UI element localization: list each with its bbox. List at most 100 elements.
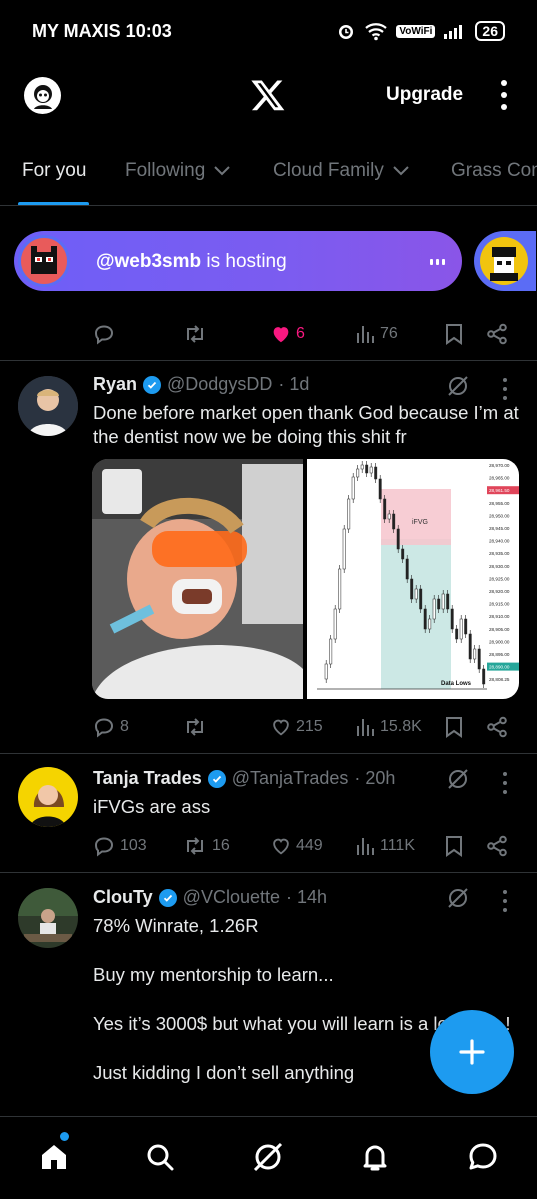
prev-tweet-actions: 6 76: [92, 320, 512, 348]
candle-body: [365, 464, 369, 474]
share-button[interactable]: [486, 713, 508, 741]
tweet-more-icon[interactable]: [503, 378, 509, 400]
verified-badge-icon: [143, 375, 162, 394]
grok-icon[interactable]: [446, 374, 470, 398]
reply-button[interactable]: 103: [92, 832, 147, 860]
price-tick-label: 28,930.00: [489, 564, 510, 569]
tweet-media[interactable]: iFVG Data Lows 28,970.00 28,965.00 28,961.…: [92, 459, 519, 699]
candle-body: [446, 593, 450, 610]
price-tick-label: 28,945.00: [489, 526, 510, 531]
tweet-more-icon[interactable]: [503, 890, 509, 912]
plus-icon: [459, 1039, 485, 1065]
view-count: 15.8K: [380, 718, 422, 735]
battery-level: 26: [475, 21, 505, 41]
candle-body: [392, 513, 396, 530]
retweet-icon: [187, 718, 203, 736]
tab-grass-con[interactable]: Grass Con: [451, 160, 537, 182]
more-options-icon[interactable]: [498, 80, 510, 110]
bottom-nav: [0, 1116, 537, 1199]
alarm-icon: [339, 25, 354, 39]
signal-icon: [444, 25, 463, 39]
x-logo-icon[interactable]: [250, 77, 286, 113]
candle-body: [441, 593, 445, 610]
reply-icon: [94, 718, 114, 738]
tweet-avatar[interactable]: [18, 376, 78, 436]
retweet-button[interactable]: [182, 320, 208, 348]
price-tick-label: 28,900.00: [489, 639, 510, 644]
grok-icon[interactable]: [446, 767, 470, 791]
views-button[interactable]: 15.8K: [356, 713, 422, 741]
like-button[interactable]: 6: [270, 320, 305, 348]
views-icon: [357, 719, 374, 736]
retweet-count: 16: [212, 837, 230, 854]
share-icon: [487, 716, 507, 738]
tweet-avatar[interactable]: [18, 767, 78, 827]
price-tick-label: 28,808.25: [489, 677, 510, 682]
share-icon: [487, 323, 507, 345]
bookmark-icon: [446, 836, 462, 857]
author-handle: @VClouette: [182, 887, 280, 907]
dentist-photo[interactable]: [92, 459, 303, 699]
price-tick-label: 28,890.00: [489, 665, 510, 670]
candle-body: [369, 466, 373, 474]
price-chart[interactable]: iFVG Data Lows 28,970.00 28,965.00 28,961.…: [307, 459, 519, 699]
price-tick-label: 28,925.00: [489, 576, 510, 581]
nav-search[interactable]: [142, 1139, 178, 1175]
candle-body: [333, 608, 337, 640]
upgrade-button[interactable]: Upgrade: [386, 84, 463, 106]
nav-notifications[interactable]: [357, 1139, 393, 1175]
author-name[interactable]: Ryan: [93, 374, 137, 395]
author-name[interactable]: ClouTy: [93, 887, 153, 908]
like-button[interactable]: 215: [270, 713, 323, 741]
tab-following[interactable]: Following: [125, 160, 231, 182]
notification-dot: [60, 1132, 69, 1141]
candle-body: [383, 498, 387, 520]
retweet-button[interactable]: [182, 713, 208, 741]
reply-button[interactable]: [92, 320, 116, 348]
author-name[interactable]: Tanja Trades: [93, 768, 202, 789]
candle-body: [360, 464, 364, 470]
next-space-avatar[interactable]: [474, 231, 536, 291]
vowifi-badge: VoWiFi: [396, 24, 436, 38]
tweet-header: Tanja Trades @TanjaTrades · 20h: [93, 768, 395, 789]
tweet-avatar[interactable]: [18, 888, 78, 948]
price-tick-label: 28,955.00: [489, 501, 510, 506]
nav-messages[interactable]: [465, 1139, 501, 1175]
view-count: 76: [380, 325, 398, 342]
tweet-header: ClouTy @VClouette · 14h: [93, 887, 327, 908]
like-count: 215: [296, 718, 323, 735]
bookmark-button[interactable]: [444, 713, 464, 741]
tweet-text: iFVGs are ass: [93, 796, 211, 817]
compose-post-button[interactable]: [430, 1010, 514, 1094]
tab-label: For you: [22, 160, 87, 181]
candle-body: [482, 668, 486, 685]
nav-home[interactable]: [36, 1139, 72, 1175]
retweet-button[interactable]: 16: [182, 832, 230, 860]
like-button[interactable]: 449: [270, 832, 323, 860]
candle-body: [405, 558, 409, 580]
share-button[interactable]: [486, 832, 508, 860]
candle-body: [351, 476, 355, 500]
views-button[interactable]: 76: [356, 320, 398, 348]
bookmark-button[interactable]: [444, 320, 464, 348]
profile-avatar[interactable]: [24, 77, 61, 114]
bookmark-button[interactable]: [444, 832, 464, 860]
tab-for-you[interactable]: For you: [22, 160, 86, 182]
tweet-more-icon[interactable]: [503, 772, 509, 794]
like-count: 6: [296, 325, 305, 342]
grok-icon[interactable]: [446, 886, 470, 910]
heart-icon: [273, 838, 289, 855]
views-button[interactable]: 111K: [356, 832, 415, 860]
tweet-header: Ryan @DodgysDD · 1d: [93, 374, 309, 395]
reply-button[interactable]: 8: [92, 713, 129, 741]
nav-grok[interactable]: [250, 1139, 286, 1175]
candle-body: [329, 638, 333, 665]
tab-cloud-family[interactable]: Cloud Family: [273, 160, 410, 182]
ifvg-zone: [381, 489, 451, 545]
live-space-pill[interactable]: @web3smb is hosting: [14, 231, 462, 291]
tweet-time: · 20h: [354, 768, 396, 788]
price-tick-label: 28,905.00: [489, 627, 510, 632]
price-tick-label: 28,895.00: [489, 652, 510, 657]
candle-body: [338, 568, 342, 610]
share-button[interactable]: [486, 320, 508, 348]
